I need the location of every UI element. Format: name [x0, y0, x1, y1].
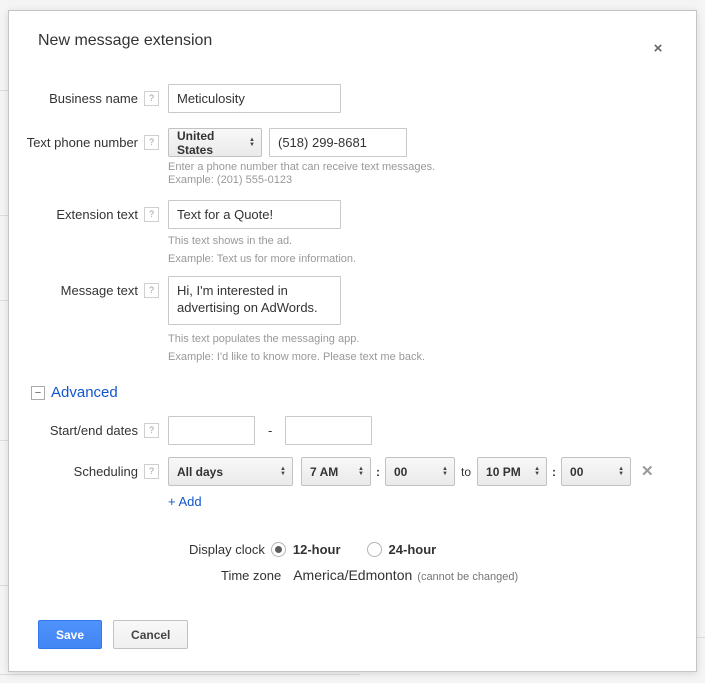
dialog-actions: Save Cancel	[38, 620, 696, 649]
start-end-dates-row: Start/end dates ? -	[9, 416, 696, 445]
dialog-title: New message extension	[38, 32, 213, 49]
scheduling-label: Scheduling	[73, 464, 138, 479]
business-name-label: Business name	[49, 91, 138, 106]
updown-arrows-icon: ▲ ▼	[280, 465, 286, 477]
add-schedule-link[interactable]: + Add	[168, 494, 202, 509]
radio-24-hour[interactable]	[366, 542, 382, 557]
help-icon[interactable]: ?	[144, 91, 159, 106]
help-icon[interactable]: ?	[144, 464, 159, 479]
start-date-input[interactable]	[168, 416, 255, 445]
page-background-left	[0, 0, 8, 683]
start-minute-select[interactable]: 00 ▲ ▼	[385, 457, 455, 486]
message-text-label: Message text	[60, 283, 138, 298]
time-zone-label: Time zone	[221, 568, 282, 583]
page-background-divider	[0, 585, 8, 586]
end-hour-select[interactable]: 10 PM ▲ ▼	[477, 457, 548, 486]
country-select[interactable]: United States ▲ ▼	[168, 128, 262, 157]
end-minute-select[interactable]: 00 ▲ ▼	[561, 457, 632, 486]
cancel-button[interactable]: Cancel	[113, 620, 189, 649]
close-icon[interactable]: ×	[650, 41, 666, 57]
extension-text-hint: This text shows in the ad. Example: Text…	[168, 235, 357, 265]
updown-arrows-icon: ▲ ▼	[442, 465, 448, 477]
phone-hint: Enter a phone number that can receive te…	[168, 161, 436, 186]
end-date-input[interactable]	[285, 416, 373, 445]
phone-number-input[interactable]	[269, 128, 407, 157]
help-icon[interactable]: ?	[144, 207, 159, 222]
extension-text-label: Extension text	[56, 207, 138, 222]
display-clock-row: Display clock 12-hour 24-hour	[189, 542, 696, 557]
scheduling-row: Scheduling ? All days ▲ ▼ 7 AM ▲ ▼ : 00 …	[9, 457, 696, 511]
time-colon: :	[552, 464, 557, 479]
help-icon[interactable]: ?	[144, 423, 159, 438]
message-text-hint: This text populates the messaging app. E…	[168, 333, 426, 363]
to-label: to	[461, 464, 472, 479]
days-select[interactable]: All days ▲ ▼	[168, 457, 293, 486]
page-background-divider	[0, 440, 8, 441]
message-text-input[interactable]: Hi, I'm interested in advertising on AdW…	[168, 276, 341, 325]
page-background-right	[697, 0, 705, 683]
time-zone-note: (cannot be changed)	[417, 571, 519, 583]
time-zone-row: Time zone America/Edmonton (cannot be ch…	[221, 567, 696, 583]
date-range-separator: -	[268, 423, 273, 438]
help-icon[interactable]: ?	[144, 283, 159, 298]
new-message-extension-dialog: New message extension × Business name ? …	[8, 10, 697, 672]
business-name-input[interactable]	[168, 84, 341, 113]
page-background-divider	[0, 674, 360, 675]
updown-arrows-icon: ▲ ▼	[534, 465, 541, 477]
start-hour-select[interactable]: 7 AM ▲ ▼	[301, 457, 371, 486]
advanced-label[interactable]: Advanced	[51, 384, 118, 401]
remove-schedule-icon[interactable]: ✕	[641, 457, 654, 486]
extension-text-input[interactable]	[168, 200, 341, 229]
collapse-icon[interactable]: −	[31, 385, 45, 400]
radio-12-hour[interactable]	[270, 542, 286, 557]
start-end-dates-label: Start/end dates	[49, 423, 138, 438]
save-button[interactable]: Save	[38, 620, 103, 649]
time-colon: :	[376, 464, 380, 479]
business-name-row: Business name ?	[9, 84, 696, 113]
updown-arrows-icon: ▲ ▼	[618, 465, 625, 477]
radio-24-hour-label[interactable]: 24-hour	[389, 542, 437, 557]
phone-row: Text phone number ? United States ▲▼ Ent…	[9, 128, 696, 187]
page-background-divider	[0, 300, 8, 301]
page-background-divider	[0, 90, 8, 91]
extension-text-row: Extension text ? This text shows in the …	[9, 200, 696, 266]
help-icon[interactable]: ?	[144, 135, 159, 150]
advanced-toggle[interactable]: − Advanced	[31, 384, 696, 401]
display-clock-label: Display clock	[189, 542, 265, 557]
message-text-row: Message text ? Hi, I'm interested in adv…	[9, 276, 696, 364]
phone-label: Text phone number	[26, 135, 138, 150]
time-zone-value: America/Edmonton	[293, 567, 413, 583]
updown-arrows-icon: ▲ ▼	[249, 136, 255, 148]
page-background-divider	[697, 637, 705, 638]
radio-12-hour-label[interactable]: 12-hour	[293, 542, 341, 557]
updown-arrows-icon: ▲ ▼	[358, 465, 364, 477]
page-background-divider	[0, 215, 8, 216]
